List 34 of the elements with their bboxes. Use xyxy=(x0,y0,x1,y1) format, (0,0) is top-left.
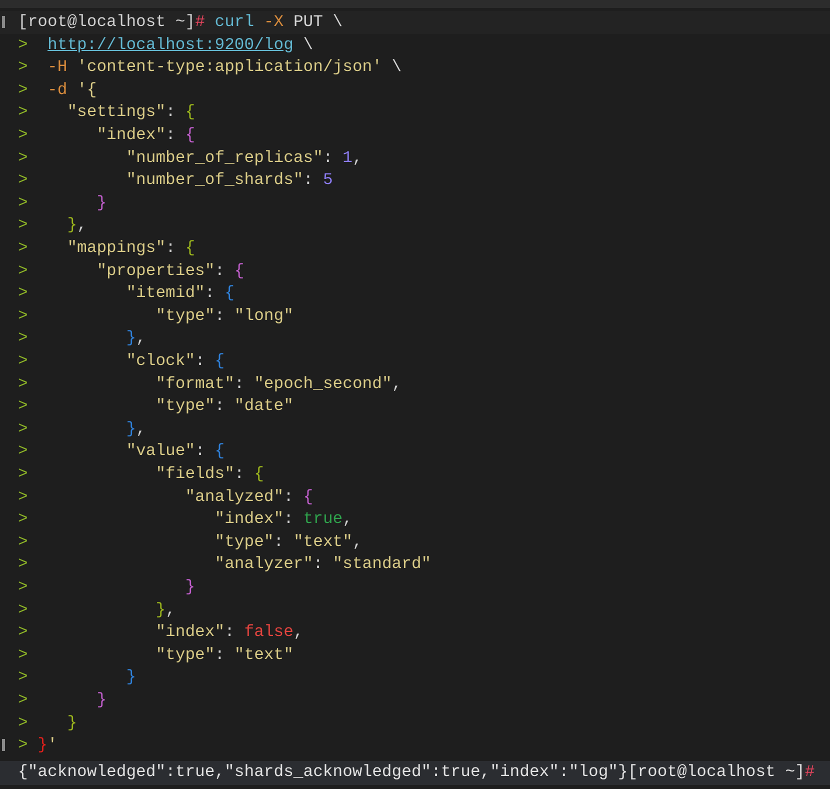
code-line: > "analyzer": "standard" xyxy=(18,556,432,573)
code-line: > } xyxy=(18,669,136,686)
code-line: > -d '{ xyxy=(18,82,97,98)
code-line: {"acknowledged":true,"shards_acknowledged":true,"index":"log"}[root@localhost ~]# xyxy=(18,764,815,781)
code-line: > }, xyxy=(18,602,176,618)
code-line: > "type": "date" xyxy=(18,398,294,415)
code-line: > "fields": { xyxy=(18,466,264,482)
code-line: > "type": "long" xyxy=(18,308,294,324)
code-line: > }, xyxy=(18,217,87,234)
code-line: > "analyzed": { xyxy=(18,488,314,505)
code-line: > }, xyxy=(18,330,146,347)
code-line: [root@localhost ~]# curl -X PUT \ xyxy=(18,14,343,30)
code-line: > "index": { xyxy=(18,127,196,144)
code-line: > "itemid": { xyxy=(18,285,234,302)
code-line: > } xyxy=(18,692,107,708)
code-line: > "type": "text", xyxy=(18,534,362,550)
code-line: > "format": "epoch_second", xyxy=(18,376,402,392)
code-line: > } xyxy=(18,714,78,731)
code-line: > }, xyxy=(18,420,146,438)
code-line: > http://localhost:9200/log \ xyxy=(18,36,314,54)
code-line: > "number_of_shards": 5 xyxy=(18,172,333,189)
code-line: > "number_of_replicas": 1, xyxy=(18,150,362,166)
code-line: > "settings": { xyxy=(18,104,196,121)
code-line: > "index": true, xyxy=(18,511,352,528)
code-line: > -H 'content-type:application/json' \ xyxy=(18,59,402,76)
code-line: > }' xyxy=(18,737,58,754)
code-line: > } xyxy=(18,578,196,596)
code-line: > "clock": { xyxy=(18,353,225,370)
code-line: > "value": { xyxy=(18,443,225,460)
code-line: > "type": "text" xyxy=(18,646,294,664)
code-line: > "mappings": { xyxy=(18,240,196,256)
code-line: > "index": false, xyxy=(18,624,304,641)
code-line: > "properties": { xyxy=(18,262,244,280)
code-line: > } xyxy=(18,194,107,212)
